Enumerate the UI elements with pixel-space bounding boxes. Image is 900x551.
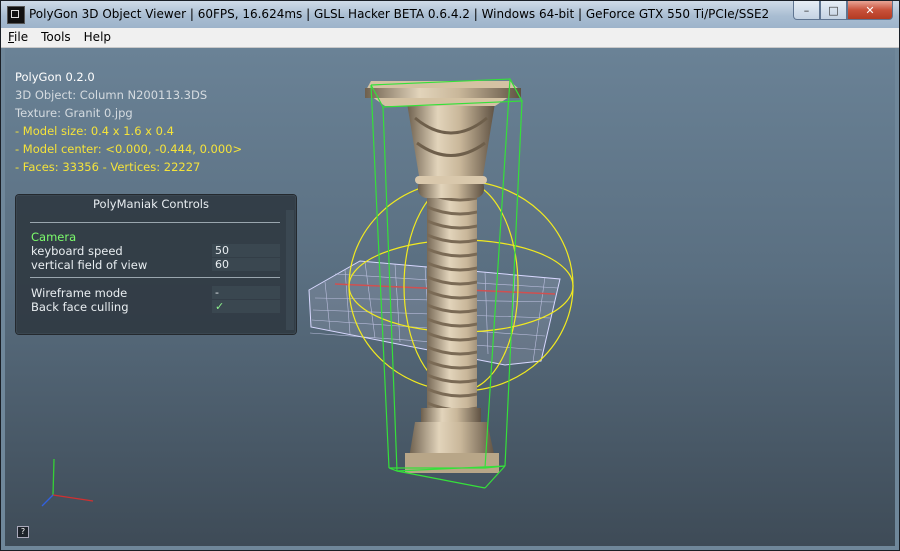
model-size: - Model size: 0.4 x 1.6 x 0.4 <box>15 124 174 138</box>
menu-tools-label: Tools <box>41 30 71 44</box>
axis-gizmo <box>41 458 94 507</box>
fov-input[interactable]: 60 <box>212 258 280 271</box>
close-button[interactable]: ✕ <box>847 1 893 20</box>
panel-scrollbar[interactable] <box>286 210 294 330</box>
minimize-button[interactable]: – <box>793 1 820 20</box>
model-info: PolyGon 0.2.0 3D Object: Column N200113.… <box>15 68 242 176</box>
app-icon <box>7 6 25 24</box>
menu-bar: File Tools Help <box>1 28 899 48</box>
object-name: 3D Object: Column N200113.3DS <box>15 88 208 102</box>
menu-tools[interactable]: Tools <box>34 28 77 47</box>
app-window: PolyGon 3D Object Viewer | 60FPS, 16.624… <box>0 0 900 551</box>
app-version: PolyGon 0.2.0 <box>15 70 95 84</box>
fov-label: vertical field of view <box>31 258 148 272</box>
backface-checkbox[interactable]: ✓ <box>212 300 280 313</box>
keyboard-speed-label: keyboard speed <box>31 244 123 258</box>
maximize-button[interactable]: □ <box>820 1 847 20</box>
wireframe-toggle[interactable]: - <box>212 286 280 299</box>
model-center: - Model center: <0.000, -0.444, 0.000> <box>15 142 243 156</box>
3d-viewport[interactable]: PolyGon 0.2.0 3D Object: Column N200113.… <box>5 48 895 546</box>
menu-help[interactable]: Help <box>77 28 117 47</box>
panel-title[interactable]: PolyManiak Controls <box>17 196 285 211</box>
window-title: PolyGon 3D Object Viewer | 60FPS, 16.624… <box>29 7 770 21</box>
panel-divider-2 <box>30 277 280 278</box>
help-button[interactable]: ? <box>17 526 29 538</box>
camera-section-label: Camera <box>31 230 77 244</box>
title-bar[interactable]: PolyGon 3D Object Viewer | 60FPS, 16.624… <box>1 1 899 29</box>
controls-panel[interactable]: PolyManiak Controls Camera keyboard spee… <box>16 195 296 334</box>
menu-file-label: ile <box>14 30 29 44</box>
keyboard-speed-input[interactable]: 50 <box>212 244 280 257</box>
backface-label: Back face culling <box>31 300 129 314</box>
wireframe-label: Wireframe mode <box>31 286 128 300</box>
panel-divider <box>30 222 280 223</box>
menu-help-label: Help <box>83 30 112 44</box>
texture-name: Texture: Granit 0.jpg <box>15 106 133 120</box>
faces-vertices: - Faces: 33356 - Vertices: 22227 <box>15 160 201 174</box>
menu-file[interactable]: File <box>1 28 34 47</box>
window-controls: – □ ✕ <box>793 1 893 21</box>
